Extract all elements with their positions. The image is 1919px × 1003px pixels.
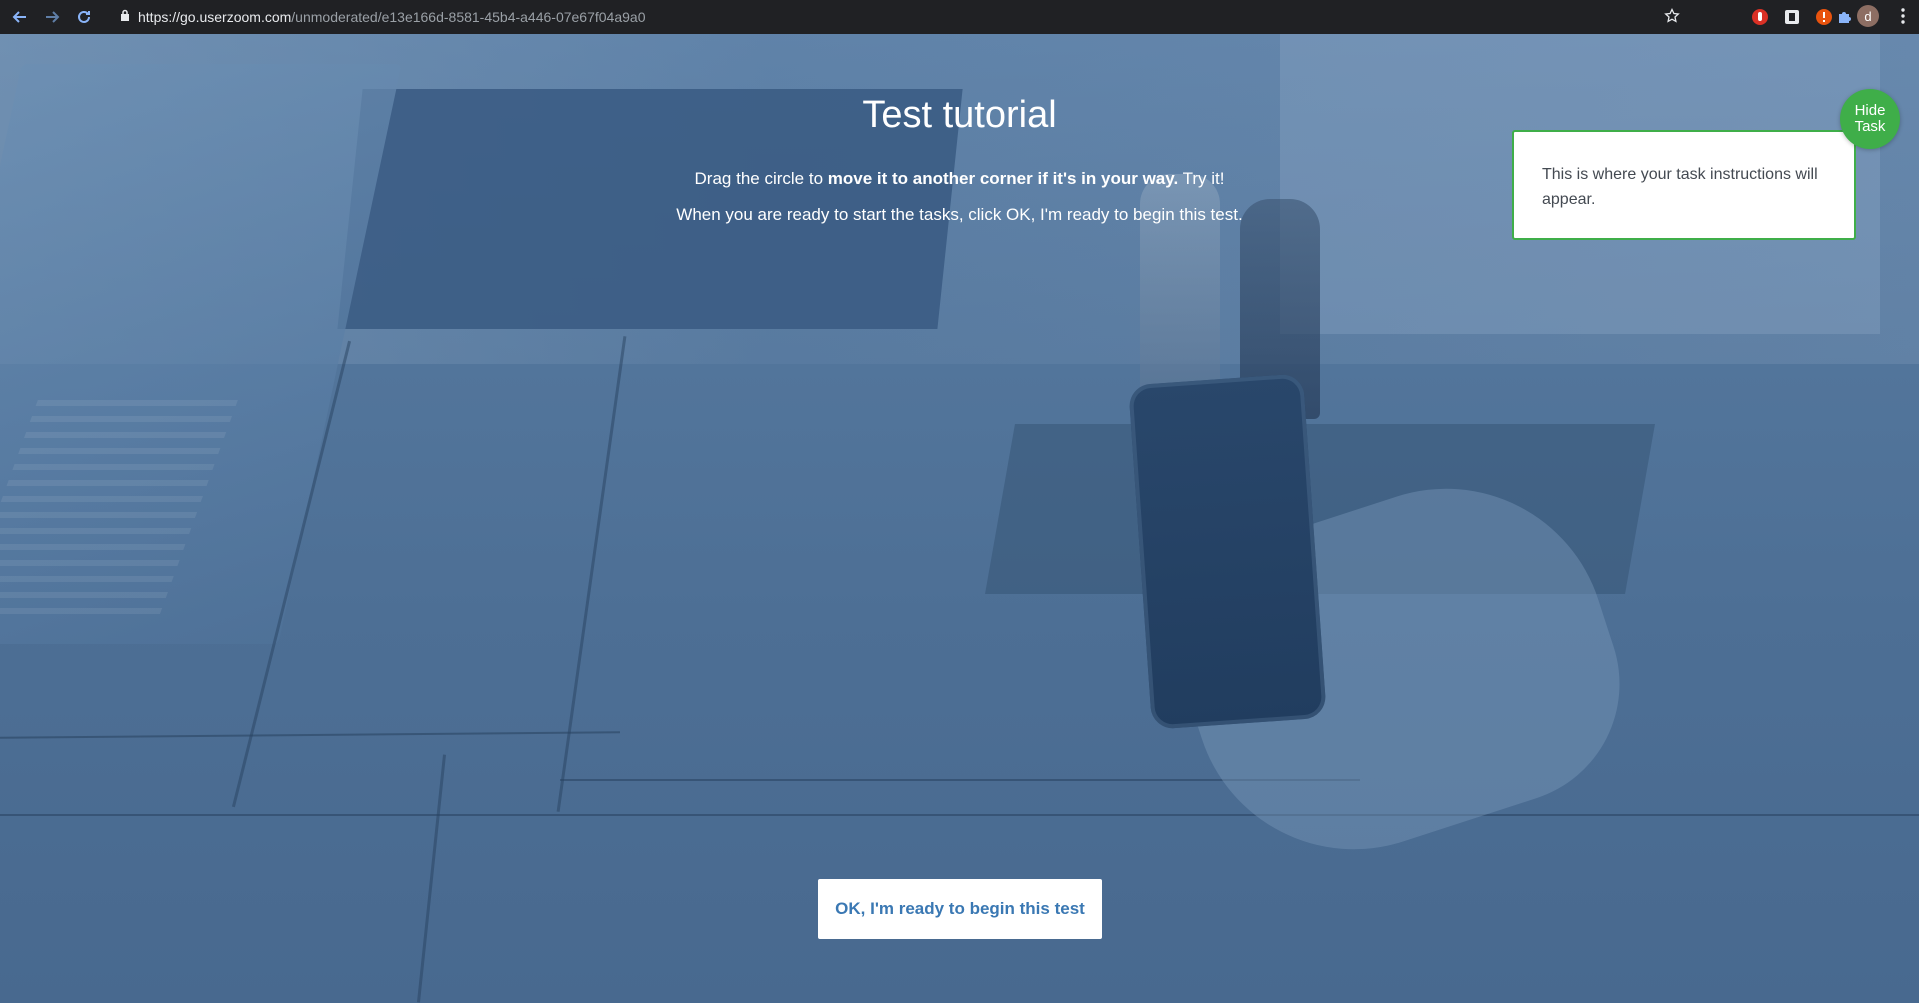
task-instructions-text: This is where your task instructions wil… [1542,166,1818,208]
hide-task-label-line2: Task [1854,118,1886,135]
url-text: https://go.userzoom.com/unmoderated/e13e… [138,9,646,25]
forward-arrow-icon[interactable] [40,5,64,29]
extension-icon[interactable] [1781,6,1803,28]
ublock-icon[interactable] [1749,6,1771,28]
warning-icon[interactable] [1813,6,1835,28]
begin-test-button[interactable]: OK, I'm ready to begin this test [818,879,1102,939]
browser-toolbar: https://go.userzoom.com/unmoderated/e13e… [0,0,1919,34]
hide-task-button[interactable]: Hide Task [1840,89,1900,149]
task-instructions-panel: This is where your task instructions wil… [1512,130,1856,240]
reload-icon[interactable] [72,5,96,29]
puzzle-icon[interactable] [1833,6,1855,28]
profile-avatar[interactable]: d [1857,5,1879,27]
star-icon[interactable] [1664,7,1680,29]
address-bar[interactable]: https://go.userzoom.com/unmoderated/e13e… [110,4,1690,30]
kebab-menu-icon[interactable] [1901,8,1905,29]
hide-task-label-line1: Hide [1854,102,1886,119]
back-arrow-icon[interactable] [8,5,32,29]
lock-icon [120,8,130,26]
tutorial-page: Test tutorial Drag the circle to move it… [0,34,1919,1003]
